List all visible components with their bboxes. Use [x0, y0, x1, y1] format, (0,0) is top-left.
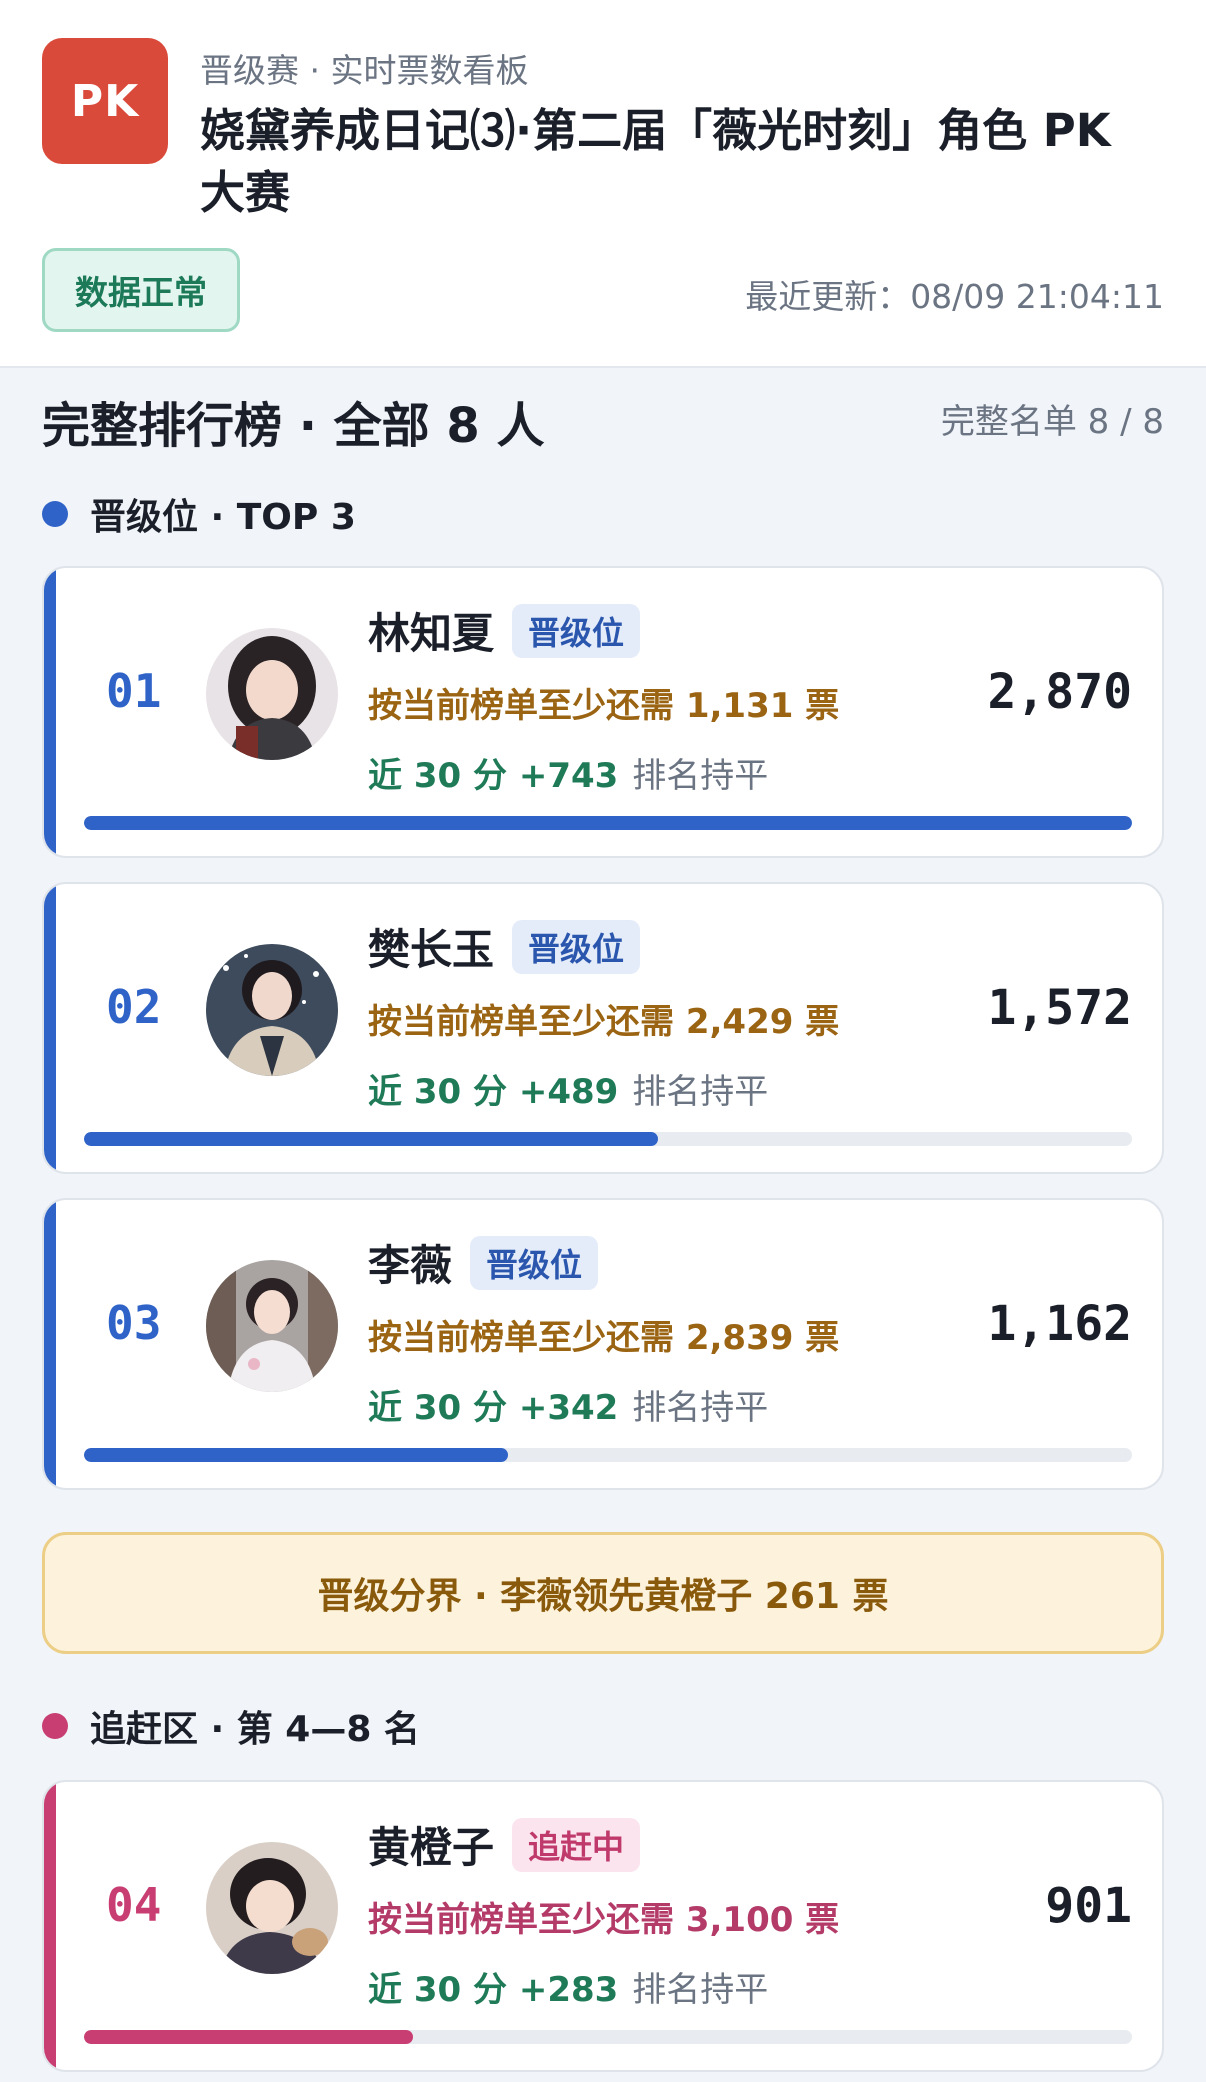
ranking-card[interactable]: 01 林知夏 晋级位 按当前榜单至少还需 1,131 票 近 30 分 +743… [42, 566, 1164, 858]
pk-logo: PK [42, 38, 168, 164]
recent-trend: 近 30 分 +283 排名持平 [368, 1962, 768, 2011]
candidate-name: 樊长玉 [368, 925, 495, 974]
vote-count: 1,572 [987, 980, 1133, 1036]
rank-number: 03 [106, 1296, 162, 1350]
rank-number: 04 [106, 1878, 162, 1932]
name-row: 樊长玉 晋级位 [368, 916, 641, 977]
trend-status: 排名持平 [632, 1970, 769, 2010]
avatar [206, 1260, 338, 1392]
trend-value: 近 30 分 +489 [368, 1072, 619, 1112]
recent-trend: 近 30 分 +743 排名持平 [368, 748, 768, 797]
name-row: 林知夏 晋级位 [368, 600, 641, 661]
name-row: 黄橙子 追赶中 [368, 1814, 641, 1875]
votes-needed: 按当前榜单至少还需 3,100 票 [368, 1900, 840, 1940]
qualify-cutoff-banner: 晋级分界 · 李薇领先黄橙子 261 票 [42, 1532, 1164, 1654]
card-accent [44, 568, 56, 856]
ranking-card[interactable]: 02 樊长玉 晋级位 按当前榜单至少还需 2,429 票 近 30 分 +489… [42, 882, 1164, 1174]
card-accent [44, 1200, 56, 1488]
progress-bar [84, 1448, 1132, 1462]
vote-count: 1,162 [987, 1296, 1133, 1352]
progress-fill [84, 2030, 414, 2044]
rank-number: 02 [106, 980, 162, 1034]
votes-needed: 按当前榜单至少还需 2,429 票 [368, 1002, 840, 1042]
status-tag: 追赶中 [512, 1817, 641, 1872]
trend-value: 近 30 分 +342 [368, 1388, 619, 1428]
candidate-name: 林知夏 [368, 609, 495, 658]
ranking-card[interactable]: 03 李薇 晋级位 按当前榜单至少还需 2,839 票 近 30 分 +342 排… [42, 1198, 1164, 1490]
progress-fill [84, 1448, 509, 1462]
group-heading-chase: 追赶区 · 第 4—8 名 [42, 1700, 420, 1752]
trend-value: 近 30 分 +743 [368, 756, 619, 796]
progress-fill [84, 816, 1132, 830]
trend-value: 近 30 分 +283 [368, 1970, 619, 2010]
group-label: 追赶区 · 第 4—8 名 [90, 1709, 420, 1750]
vote-count: 2,870 [987, 664, 1133, 720]
progress-bar [84, 2030, 1132, 2044]
name-row: 李薇 晋级位 [368, 1232, 599, 1293]
dot-icon [42, 1713, 68, 1739]
progress-bar [84, 1132, 1132, 1146]
rank-number: 01 [106, 664, 162, 718]
trend-status: 排名持平 [632, 756, 769, 796]
ranking-title: 完整排行榜 · 全部 8 人 [42, 398, 545, 454]
avatar [206, 628, 338, 760]
status-tag: 晋级位 [512, 919, 641, 974]
trend-status: 排名持平 [632, 1388, 769, 1428]
status-tag: 晋级位 [470, 1235, 599, 1290]
recent-trend: 近 30 分 +342 排名持平 [368, 1380, 768, 1429]
dot-icon [42, 501, 68, 527]
ranking-count: 完整名单 8 / 8 [940, 402, 1164, 442]
group-heading-qualify: 晋级位 · TOP 3 [42, 488, 356, 540]
page-title: 娆黛养成日记⑶·第二届「薇光时刻」角色 PK 大赛 [200, 104, 1111, 219]
progress-fill [84, 1132, 659, 1146]
avatar [206, 1842, 338, 1974]
candidate-name: 李薇 [368, 1241, 453, 1290]
status-badge: 数据正常 [42, 248, 240, 332]
trend-status: 排名持平 [632, 1072, 769, 1112]
card-accent [44, 884, 56, 1172]
votes-needed: 按当前榜单至少还需 2,839 票 [368, 1318, 840, 1358]
candidate-name: 黄橙子 [368, 1823, 495, 1872]
recent-trend: 近 30 分 +489 排名持平 [368, 1064, 768, 1113]
ranking-card[interactable]: 04 黄橙子 追赶中 按当前榜单至少还需 3,100 票 近 30 分 +283… [42, 1780, 1164, 2072]
card-accent [44, 1782, 56, 2070]
status-tag: 晋级位 [512, 603, 641, 658]
vote-count: 901 [1045, 1878, 1132, 1934]
dashboard-header: PK 晋级赛 · 实时票数看板 娆黛养成日记⑶·第二届「薇光时刻」角色 PK 大… [0, 0, 1206, 368]
avatar [206, 944, 338, 1076]
group-label: 晋级位 · TOP 3 [90, 497, 356, 538]
last-updated: 最近更新：08/09 21:04:11 [745, 277, 1164, 316]
progress-bar [84, 816, 1132, 830]
votes-needed: 按当前榜单至少还需 1,131 票 [368, 686, 840, 726]
page-subtitle: 晋级赛 · 实时票数看板 [200, 51, 529, 90]
